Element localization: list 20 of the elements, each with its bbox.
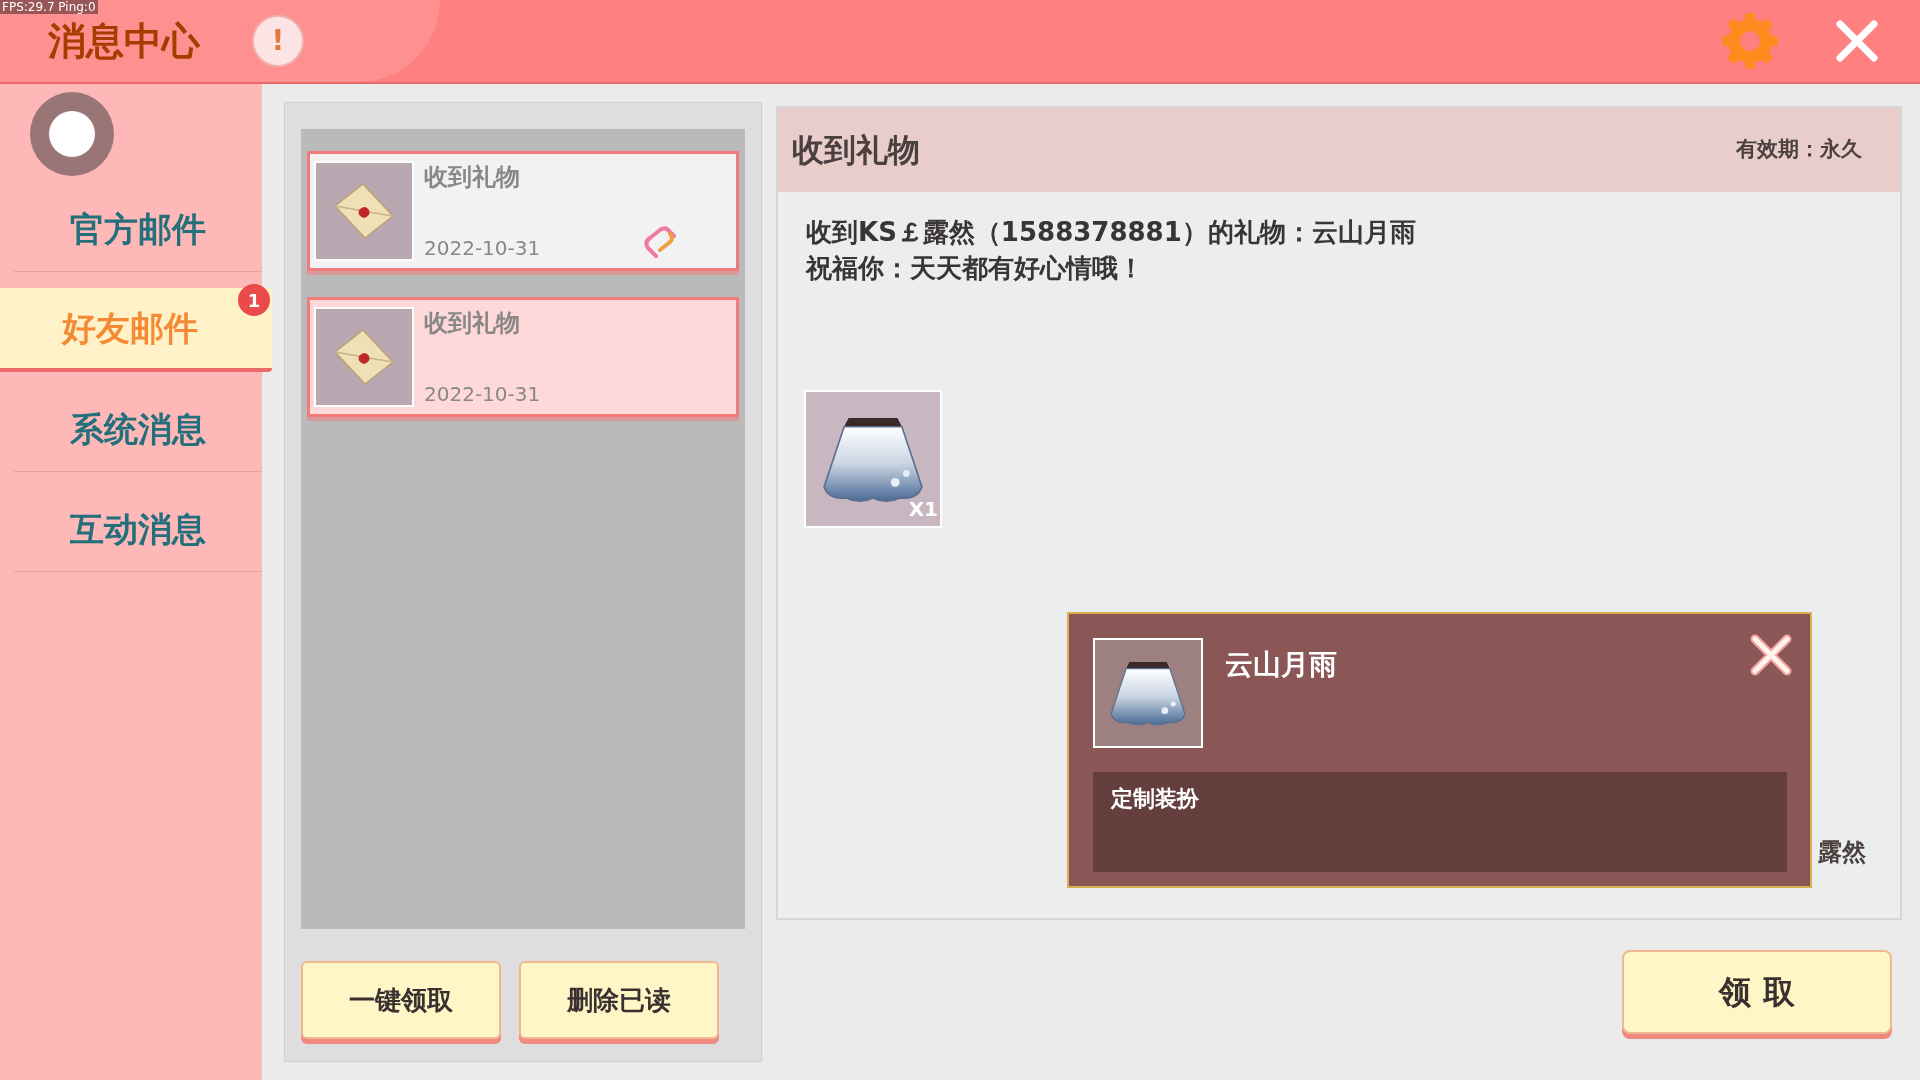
notification-badge: 1	[238, 284, 270, 316]
mail-title: 收到礼物	[424, 308, 521, 339]
mail-date: 2022-10-31	[424, 235, 541, 262]
item-name: 云山月雨	[1225, 647, 1337, 683]
close-icon[interactable]	[1750, 634, 1792, 676]
message-line: 收到KS￡露然（1588378881）的礼物：云山月雨	[806, 216, 1417, 249]
sender-name: 露然	[1818, 837, 1866, 868]
validity-label: 有效期：永久	[1736, 136, 1862, 164]
attachment-slot[interactable]: X1	[804, 390, 942, 528]
sidebar-tab[interactable]: 系统消息	[14, 388, 262, 472]
sidebar-tab[interactable]: 官方邮件	[14, 188, 262, 272]
mail-title: 收到礼物	[792, 130, 920, 171]
item-description: 定制装扮	[1111, 786, 1199, 811]
mail-title: 收到礼物	[424, 162, 521, 193]
window-title: 消息中心	[48, 17, 200, 65]
mail-date: 2022-10-31	[424, 381, 541, 408]
item-quantity: X1	[908, 496, 938, 523]
sidebar-tab[interactable]: 互动消息	[14, 488, 262, 572]
close-icon[interactable]	[1834, 18, 1880, 64]
message-line: 祝福你：天天都有好心情哦！	[806, 252, 1145, 285]
